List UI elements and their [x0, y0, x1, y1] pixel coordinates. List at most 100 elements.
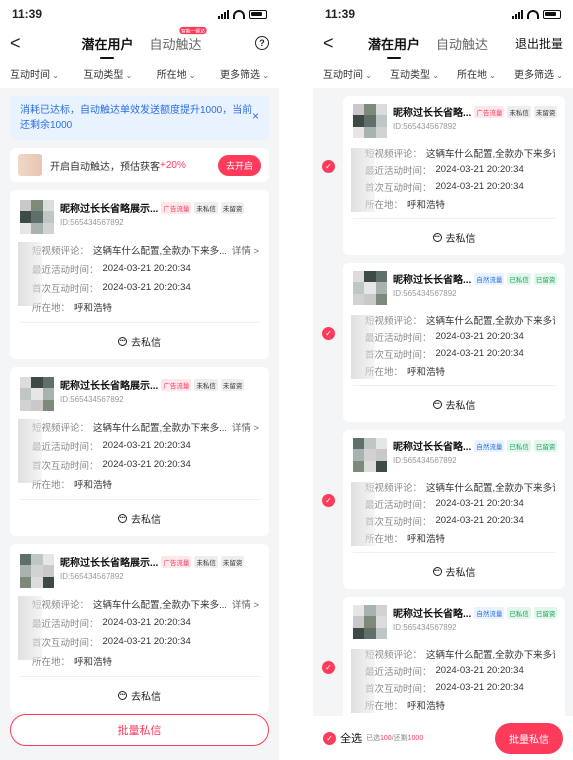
user-nickname: 昵称过长长省略...	[393, 275, 472, 286]
user-card[interactable]: 昵称过长长省略展示... 广告流量 未私信 未留资 ID:565434567892 短视频…	[10, 367, 269, 536]
filter-bar: 互动时间 互动类型 所在地 更多筛选	[313, 58, 573, 88]
select-checkbox[interactable]: ✓	[322, 661, 335, 674]
tab-potential-users[interactable]: 潜在用户	[368, 34, 420, 59]
user-nickname: 昵称过长长省略展示...	[60, 558, 159, 569]
wifi-icon	[233, 9, 245, 19]
user-card[interactable]: 昵称过长长省略展示... 广告流量 未私信 未留资 ID:565434567892 短视频…	[10, 190, 269, 359]
notice-text: 消耗已达标，自动触达单效发送额度提升1000，当前还剩余1000	[20, 105, 253, 131]
user-card[interactable]: 昵称过长长省略... 自然流量 已私信 已留资 ID:565434567892 短视频评论…	[322, 430, 565, 589]
enable-auto-reach-button[interactable]: 去开启	[217, 154, 261, 176]
wifi-icon	[527, 9, 539, 19]
tab-auto-reach[interactable]: 自动触达	[436, 34, 488, 53]
filter-more[interactable]: 更多筛选	[220, 66, 269, 81]
avatar	[20, 377, 54, 411]
status-tag: 未留资	[220, 378, 245, 391]
exit-batch-button[interactable]: 退出批量	[515, 35, 563, 52]
user-card[interactable]: 昵称过长长省略... 自然流量 已私信 已留资 ID:565434567892 短视频评论…	[322, 263, 565, 422]
first-time-row: 首次互动时间： 2024-03-21 20:20:34	[365, 348, 524, 361]
select-checkbox[interactable]: ✓	[322, 494, 335, 507]
location-row: 所在地： 呼和浩特	[365, 700, 446, 712]
status-bar: 11:39	[0, 0, 279, 28]
select-checkbox[interactable]: ✓	[322, 160, 335, 173]
auto-reach-banner: 开启自动触达，预估获客 +20% 去开启	[10, 148, 269, 182]
back-icon[interactable]: <	[323, 33, 341, 54]
send-dm-button[interactable]: •••去私信	[353, 386, 555, 422]
user-nickname: 昵称过长长省略...	[393, 442, 472, 453]
detail-link[interactable]: 详情 >	[226, 420, 259, 434]
detail-link[interactable]: 详情 >	[226, 243, 259, 257]
filter-more[interactable]: 更多筛选	[514, 66, 563, 81]
user-card[interactable]: 昵称过长长省略... 广告流量 未私信 未留资 ID:565434567892 短视频评论…	[322, 96, 565, 255]
filter-interact-type[interactable]: 互动类型	[83, 66, 132, 81]
select-checkbox[interactable]: ✓	[322, 327, 335, 340]
close-icon[interactable]: ×	[252, 109, 259, 124]
avatar	[353, 605, 387, 639]
filter-bar: 互动时间 互动类型 所在地 更多筛选	[0, 58, 279, 88]
chat-bubble-icon: •••	[118, 690, 127, 700]
comment-row: 短视频评论：这辆车什么配置,全款办下来多详情 >	[365, 482, 555, 494]
selectable-card-list: 昵称过长长省略... 广告流量 未私信 未留资 ID:565434567892 短视频评论…	[313, 96, 573, 756]
tab-auto-reach[interactable]: 自动触达 智能一键达	[150, 26, 207, 53]
recent-time-row: 最近活动时间： 2024-03-21 20:20:34	[365, 331, 524, 344]
location-row: 所在地： 呼和浩特	[365, 199, 446, 211]
user-nickname: 昵称过长长省略...	[393, 609, 472, 620]
comment-row: 短视频评论： 这辆车什么配置,全款办下来多... 详情 >	[32, 594, 259, 613]
help-icon[interactable]: ?	[255, 36, 269, 50]
first-time-row: 首次互动时间： 2024-03-21 20:20:34	[32, 282, 191, 295]
banner-percent: +20%	[160, 159, 186, 171]
user-nickname: 昵称过长长省略...	[393, 108, 472, 119]
privacy-blur	[18, 596, 42, 660]
status-tag: 已私信	[507, 606, 531, 619]
avatar	[20, 554, 54, 588]
recent-time-row: 最近活动时间： 2024-03-21 20:20:34	[365, 164, 524, 177]
filter-interact-time[interactable]: 互动时间	[10, 66, 59, 81]
back-icon[interactable]: <	[10, 33, 28, 54]
status-time: 11:39	[325, 7, 356, 21]
status-tag: 广告流量	[161, 555, 192, 568]
status-tag: 广告流量	[161, 201, 192, 214]
signal-icon	[218, 9, 229, 19]
privacy-blur	[351, 482, 375, 546]
send-dm-button[interactable]: •••去私信	[353, 553, 555, 589]
tab-potential-users[interactable]: 潜在用户	[81, 34, 134, 59]
chat-bubble-icon: •••	[432, 566, 442, 576]
status-bar: 11:39	[313, 0, 573, 28]
chat-bubble-icon: •••	[118, 336, 127, 346]
send-dm-button[interactable]: •••去私信	[20, 677, 259, 713]
comment-row: 短视频评论： 这辆车什么配置,全款办下来多... 详情 >	[32, 417, 259, 436]
avatar	[353, 271, 387, 305]
status-tag: 已私信	[507, 272, 531, 285]
location-row: 所在地： 呼和浩特	[32, 656, 113, 668]
status-tag: 广告流量	[161, 378, 192, 391]
privacy-blur	[351, 148, 375, 212]
filter-interact-type[interactable]: 互动类型	[390, 66, 439, 81]
user-id: ID:565434567892	[393, 456, 457, 465]
select-all-checkbox[interactable]: ✓	[323, 731, 336, 745]
user-card-list: 昵称过长长省略展示... 广告流量 未私信 未留资 ID:565434567892 短视频…	[0, 190, 279, 713]
bulk-message-button[interactable]: 批量私信	[495, 722, 563, 754]
filter-location[interactable]: 所在地	[157, 66, 196, 81]
chat-bubble-icon: •••	[432, 399, 442, 409]
location-row: 所在地： 呼和浩特	[365, 533, 446, 545]
left-screen: 11:39 < 潜在用户 自动触达智能一键达 ? 互动时间 互动类型 所在地 更…	[0, 0, 279, 760]
user-id: ID:565434567892	[60, 572, 124, 581]
selected-count: 已选100/还剩1000	[366, 735, 424, 742]
first-time-row: 首次互动时间： 2024-03-21 20:20:34	[365, 181, 524, 194]
battery-icon	[543, 9, 561, 19]
filter-interact-time[interactable]: 互动时间	[323, 66, 372, 81]
avatar	[353, 104, 387, 138]
send-dm-button[interactable]: •••去私信	[20, 500, 259, 536]
select-all-label[interactable]: 全选	[340, 730, 362, 746]
send-dm-button[interactable]: •••去私信	[353, 219, 555, 255]
user-id: ID:565434567892	[393, 289, 457, 298]
user-nickname: 昵称过长长省略展示...	[60, 204, 159, 215]
new-badge: 智能一键达	[178, 26, 207, 34]
status-tag: 自然流量	[474, 439, 505, 452]
bulk-message-button[interactable]: 批量私信	[10, 714, 269, 746]
user-card[interactable]: 昵称过长长省略展示... 广告流量 未私信 未留资 ID:565434567892 短视频…	[10, 544, 269, 713]
send-dm-button[interactable]: •••去私信	[20, 323, 259, 359]
filter-location[interactable]: 所在地	[457, 66, 496, 81]
status-tag: 未私信	[194, 378, 218, 391]
first-time-row: 首次互动时间： 2024-03-21 20:20:34	[365, 515, 524, 528]
detail-link[interactable]: 详情 >	[226, 597, 259, 611]
